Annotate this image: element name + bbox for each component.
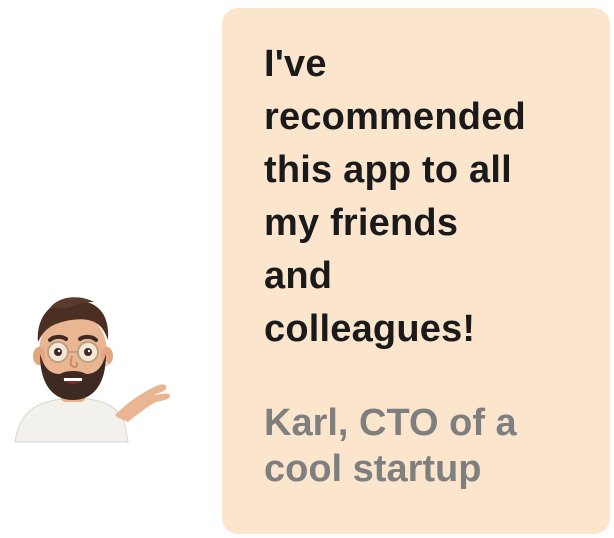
testimonial-attribution: Karl, CTO of a cool startup — [264, 402, 517, 490]
testimonial-panel: I've recommended this app to all my frie… — [0, 0, 614, 538]
testimonial-card: I've recommended this app to all my frie… — [222, 8, 610, 534]
memoji-avatar-icon — [10, 290, 180, 450]
testimonial-quote: I've recommended this app to all my frie… — [264, 43, 526, 350]
